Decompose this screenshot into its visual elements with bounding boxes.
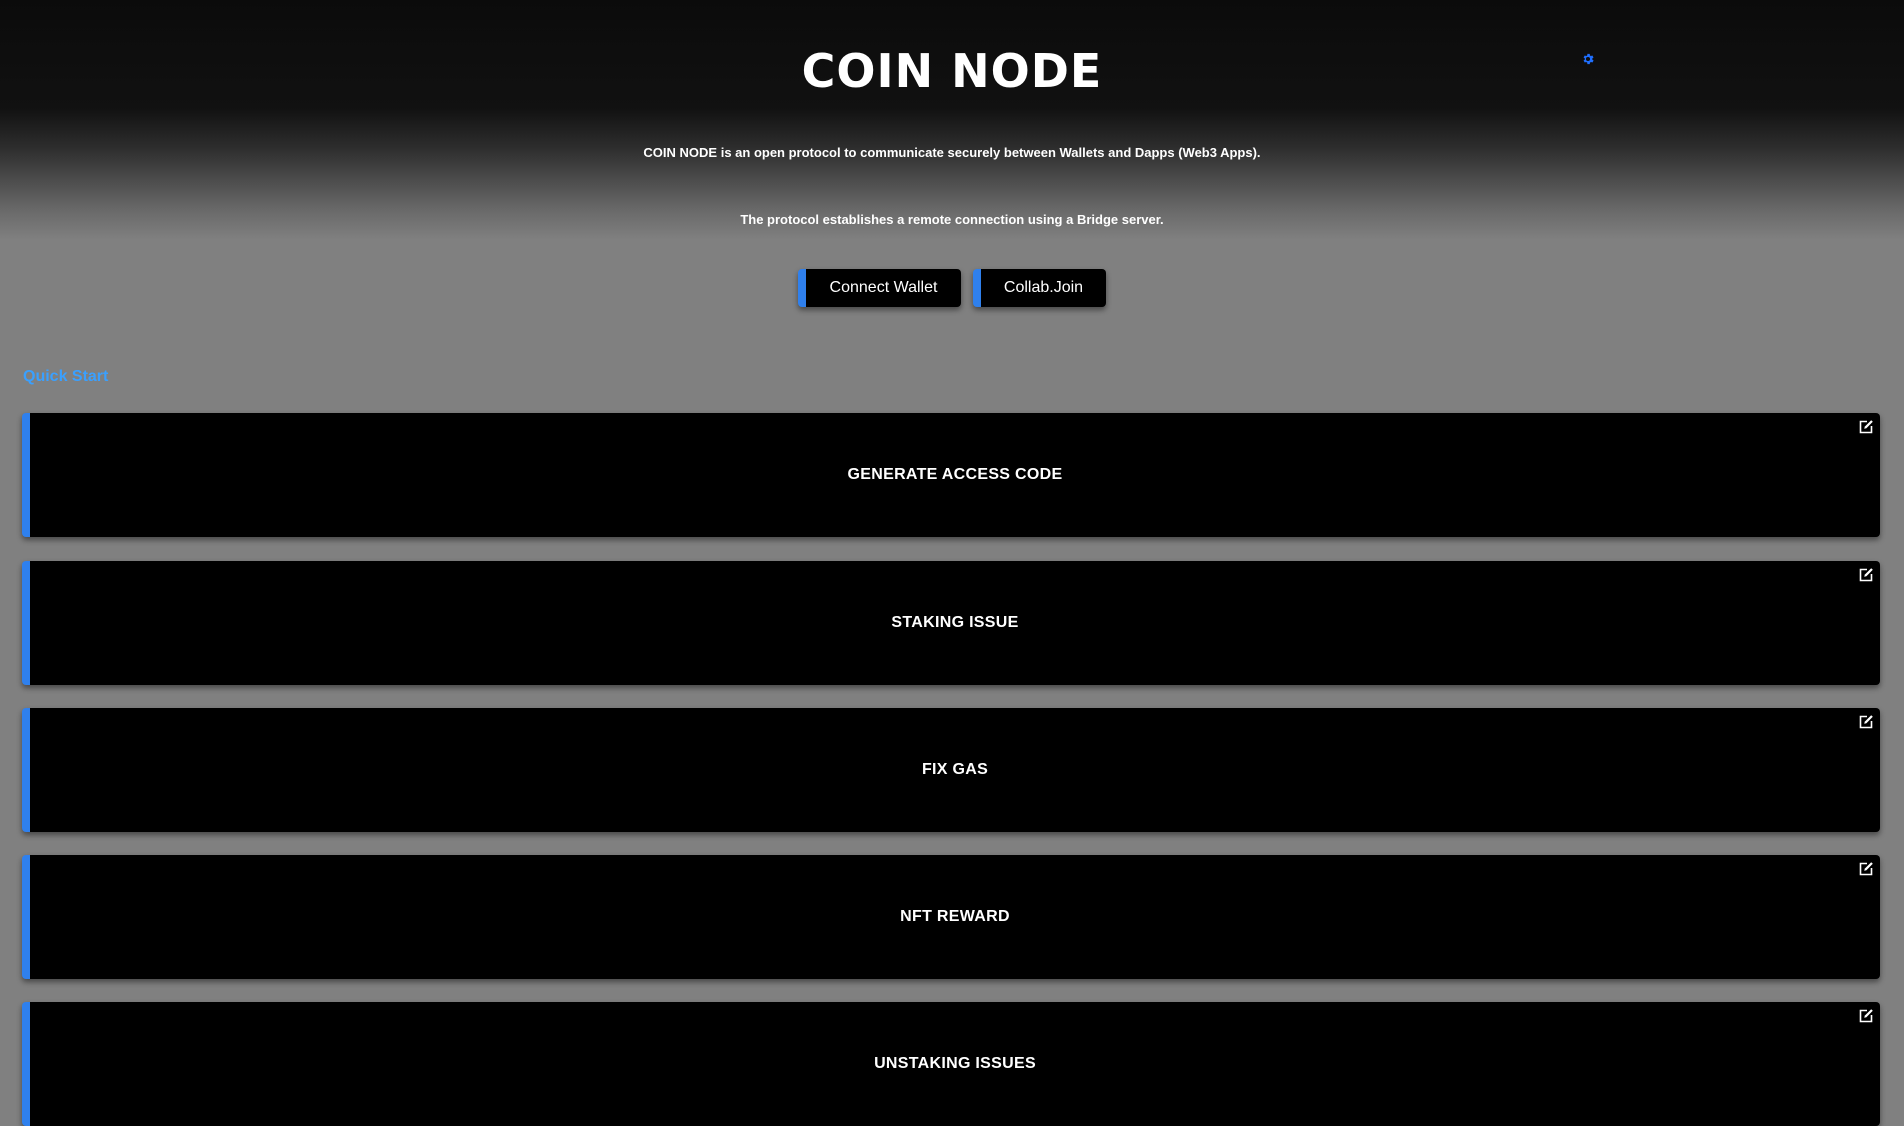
gear-icon[interactable]: [1581, 52, 1595, 66]
card-staking-issue[interactable]: STAKING ISSUE: [22, 561, 1880, 685]
intro-bridge-note: The protocol establishes a remote connec…: [740, 212, 1164, 227]
card-nft-reward[interactable]: NFT REWARD: [22, 855, 1880, 979]
card-label: NFT REWARD: [900, 908, 1010, 925]
quick-start-heading: Quick Start: [23, 368, 109, 385]
intro-description: COIN NODE is an open protocol to communi…: [643, 145, 1261, 160]
collab-join-button[interactable]: Collab.Join: [973, 269, 1106, 307]
external-edit-icon[interactable]: [1858, 714, 1874, 730]
external-edit-icon[interactable]: [1858, 419, 1874, 435]
card-label: FIX GAS: [921, 761, 989, 778]
hero-actions: Connect Wallet Collab.Join: [0, 269, 1904, 307]
external-edit-icon[interactable]: [1858, 567, 1874, 583]
external-edit-icon[interactable]: [1858, 861, 1874, 877]
external-edit-icon[interactable]: [1858, 1008, 1874, 1024]
page-title: COIN NODE: [801, 44, 1103, 98]
card-fix-gas[interactable]: FIX GAS: [22, 708, 1880, 832]
card-unstaking-issues[interactable]: UNSTAKING ISSUES: [22, 1002, 1880, 1126]
card-generate-access-code[interactable]: GENERATE ACCESS CODE: [22, 413, 1880, 537]
card-label: UNSTAKING ISSUES: [874, 1055, 1036, 1072]
connect-wallet-button[interactable]: Connect Wallet: [798, 269, 961, 307]
card-label: GENERATE ACCESS CODE: [847, 466, 1063, 483]
card-label: STAKING ISSUE: [891, 614, 1019, 631]
page-content: COIN NODE COIN NODE is an open protocol …: [0, 0, 1904, 1126]
